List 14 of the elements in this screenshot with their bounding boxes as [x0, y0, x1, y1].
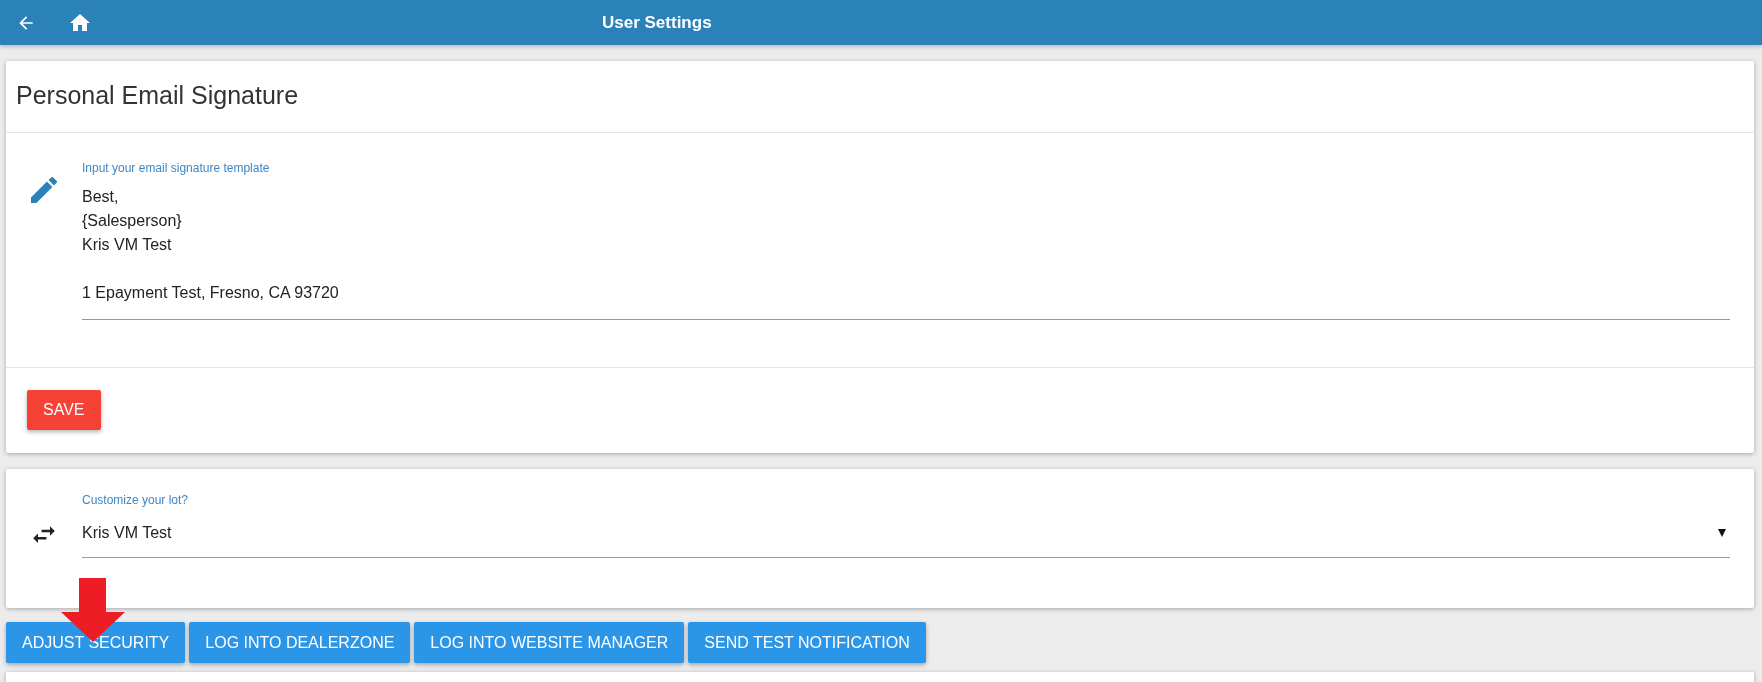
save-button[interactable]: SAVE: [27, 390, 101, 430]
signature-textarea[interactable]: Best, {Salesperson} Kris VM Test 1 Epayment Test, Fresno, CA 93720: [82, 185, 1730, 305]
action-button[interactable]: ADJUST SECURITY: [6, 622, 186, 663]
pencil-icon: [31, 177, 57, 203]
field-label: Customize your lot?: [82, 493, 190, 507]
caret-icon: [1718, 529, 1726, 537]
lot-select[interactable]: Kris VM Test: [82, 517, 1730, 557]
action-button[interactable]: LOG INTO DEALERZONE: [189, 622, 411, 663]
card-title: Personal Email Signature: [6, 61, 1754, 133]
swap-arrows-icon: [32, 525, 56, 543]
action-button[interactable]: LOG INTO WEBSITE MANAGER: [414, 622, 685, 663]
action-button[interactable]: SEND TEST NOTIFICATION: [688, 622, 926, 663]
field-label: Input your email signature template: [82, 161, 271, 175]
page-title: User Settings: [602, 12, 712, 33]
